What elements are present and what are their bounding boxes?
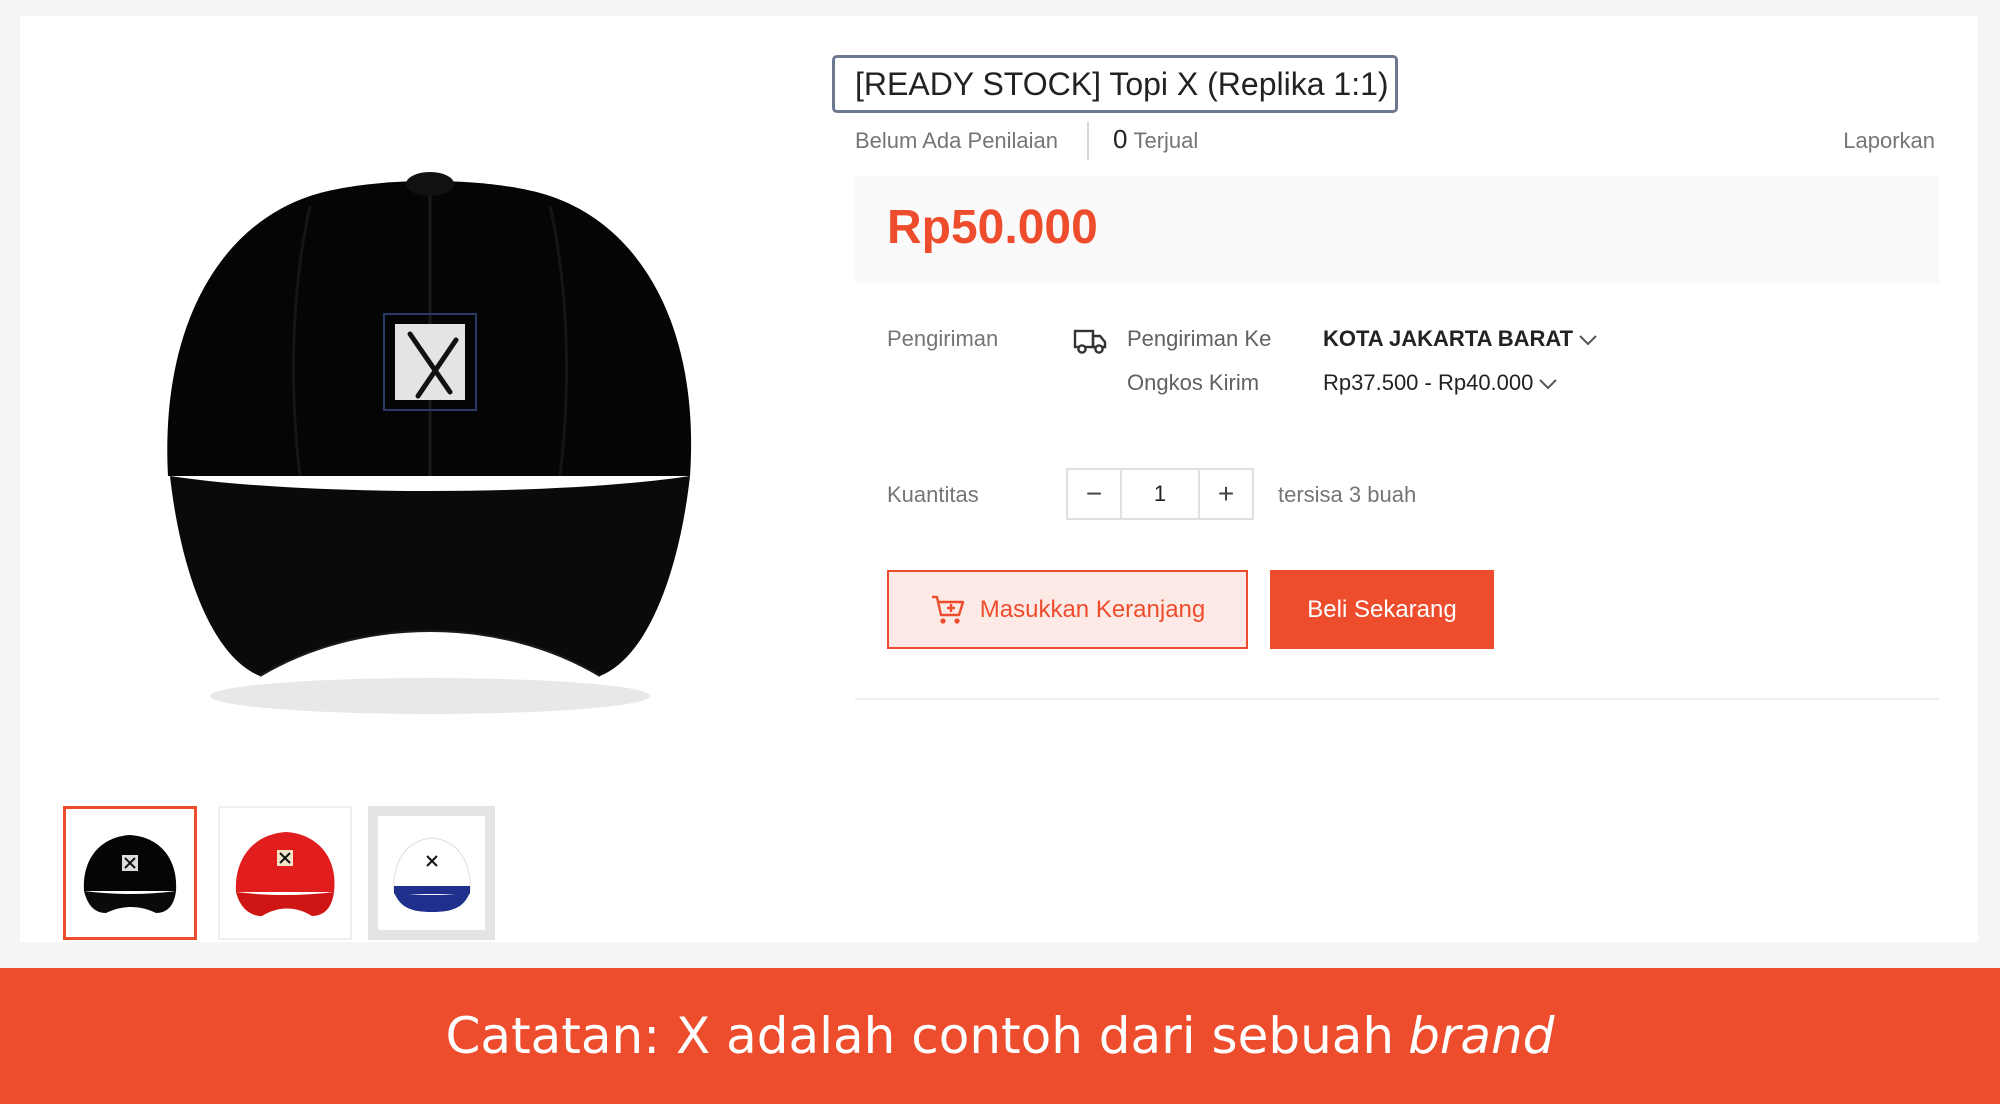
add-cart-icon	[931, 595, 964, 624]
shipping-destination-dropdown[interactable]: KOTA JAKARTA BARAT	[1323, 326, 1597, 352]
quantity-stepper: − 1 +	[1066, 468, 1254, 520]
thumbnail-red-cap[interactable]	[218, 806, 352, 940]
section-divider	[855, 698, 1939, 700]
product-meta-row: Belum Ada Penilaian 0 Terjual Laporkan	[855, 122, 1935, 160]
sold-number: 0	[1113, 124, 1128, 154]
blue-white-trucker-cap-thumbnail-icon	[378, 816, 485, 930]
add-to-cart-label: Masukkan Keranjang	[979, 595, 1206, 623]
note-emphasis: brand	[1408, 1007, 1555, 1065]
shipping-cost-dropdown[interactable]: Rp37.500 - Rp40.000	[1323, 370, 1558, 396]
thumbnail-black-cap[interactable]	[63, 806, 197, 940]
sold-count: 0 Terjual	[1113, 124, 1198, 155]
product-card: [READY STOCK] Topi X (Replika 1:1) Belum…	[20, 16, 1978, 942]
quantity-input[interactable]: 1	[1120, 470, 1200, 518]
price-section: Rp50.000	[855, 176, 1939, 284]
chevron-down-icon	[1579, 335, 1597, 346]
truck-icon	[1073, 329, 1107, 354]
decrement-button[interactable]: −	[1068, 470, 1120, 518]
add-to-cart-button[interactable]: Masukkan Keranjang	[887, 570, 1248, 649]
red-cap-thumbnail-icon	[235, 832, 335, 916]
black-cap-thumbnail-icon	[83, 835, 177, 913]
increment-button[interactable]: +	[1200, 470, 1252, 518]
sold-label: Terjual	[1133, 128, 1199, 153]
thumbnail-trucker-cap[interactable]	[368, 806, 495, 940]
note-banner: Catatan: X adalah contoh dari sebuah bran…	[0, 968, 2000, 1104]
shipping-cost-label: Ongkos Kirim	[1127, 370, 1260, 395]
buy-now-button[interactable]: Beli Sekarang	[1270, 570, 1494, 649]
meta-divider	[1087, 122, 1089, 160]
chevron-down-icon	[1539, 379, 1558, 390]
report-link[interactable]: Laporkan	[1843, 128, 1935, 154]
shipping-destination-value: KOTA JAKARTA BARAT	[1323, 326, 1574, 351]
note-text: Catatan: X adalah contoh dari sebuah	[445, 1007, 1395, 1065]
rating-status: Belum Ada Penilaian	[855, 128, 1059, 153]
product-price: Rp50.000	[887, 201, 1098, 254]
quantity-label: Kuantitas	[887, 482, 979, 507]
main-product-image[interactable]	[140, 96, 720, 736]
shipping-cost-value: Rp37.500 - Rp40.000	[1323, 370, 1534, 395]
shipping-to-label: Pengiriman Ke	[1127, 326, 1272, 351]
stock-remaining: tersisa 3 buah	[1278, 482, 1417, 507]
shipping-label: Pengiriman	[887, 326, 999, 351]
product-title: [READY STOCK] Topi X (Replika 1:1)	[832, 55, 1398, 113]
